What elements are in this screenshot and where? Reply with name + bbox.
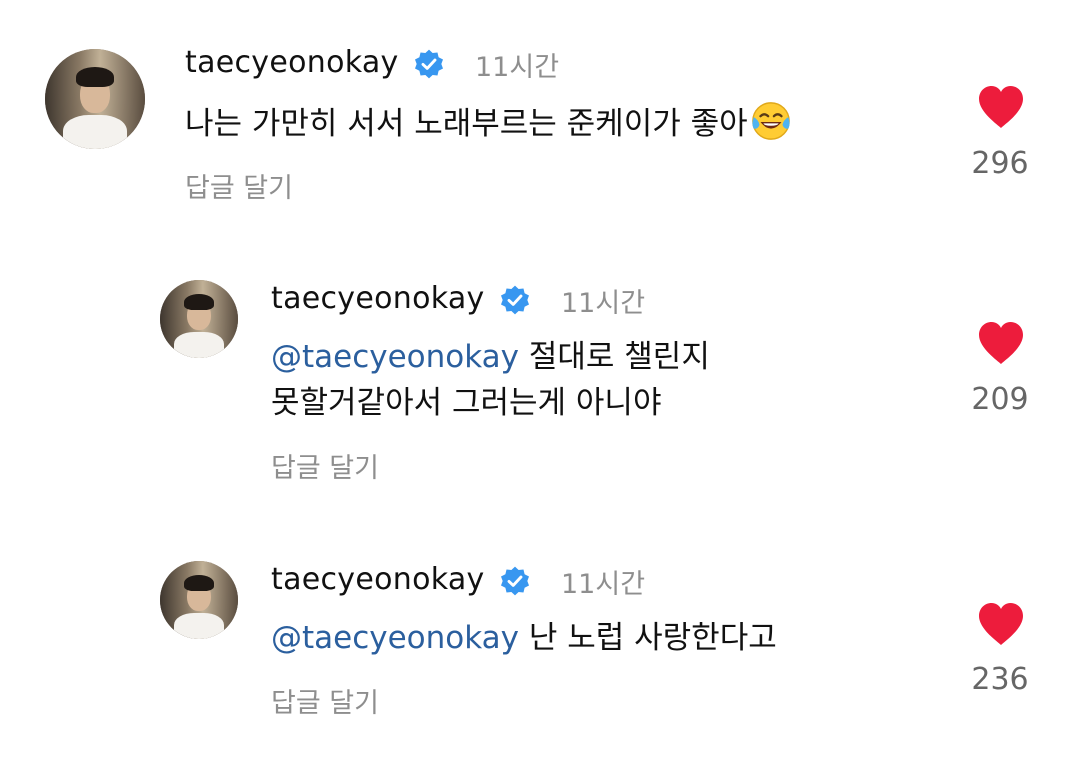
- avatar[interactable]: [160, 280, 238, 358]
- comment-body: 절대로 챌린지: [519, 339, 710, 375]
- like-count: 209: [971, 382, 1029, 417]
- comment-text: 나는 가만히 서서 노래부르는 준케이가 좋아: [185, 100, 792, 147]
- face-with-tears-of-joy-icon: [751, 102, 790, 140]
- comment-body-continued: 못할거같아서 그러는게 아니야: [271, 385, 662, 421]
- comment-body: 난 노럽 사랑한다고: [519, 620, 777, 656]
- comment-timestamp: 11시간: [561, 288, 646, 319]
- like-count: 236: [971, 662, 1029, 697]
- reply-button[interactable]: 답글 달기: [271, 446, 379, 485]
- verified-badge-icon: [501, 566, 529, 596]
- heart-icon[interactable]: [976, 320, 1026, 366]
- avatar[interactable]: [45, 49, 145, 149]
- comment-timestamp: 11시간: [475, 52, 560, 83]
- avatar[interactable]: [160, 561, 238, 639]
- comment-text: @taecyeonokay 절대로 챌린지: [271, 334, 710, 380]
- verified-badge-icon: [501, 285, 529, 315]
- comment-timestamp: 11시간: [561, 569, 646, 600]
- mention-link[interactable]: @taecyeonokay: [271, 620, 519, 656]
- comment-text-line2: 못할거같아서 그러는게 아니야: [271, 380, 661, 426]
- mention-link[interactable]: @taecyeonokay: [271, 339, 519, 375]
- comment-username[interactable]: taecyeonokay: [271, 281, 485, 316]
- verified-badge-icon: [415, 49, 443, 79]
- like-count: 296: [971, 146, 1029, 181]
- reply-button[interactable]: 답글 달기: [271, 681, 379, 720]
- heart-icon[interactable]: [976, 84, 1026, 130]
- reply-button[interactable]: 답글 달기: [185, 166, 293, 205]
- comment-username[interactable]: taecyeonokay: [185, 45, 399, 80]
- comment-text: @taecyeonokay 난 노럽 사랑한다고: [271, 615, 777, 661]
- comment-body: 나는 가만히 서서 노래부르는 준케이가 좋아: [185, 106, 748, 142]
- comment-username[interactable]: taecyeonokay: [271, 562, 485, 597]
- heart-icon[interactable]: [976, 601, 1026, 647]
